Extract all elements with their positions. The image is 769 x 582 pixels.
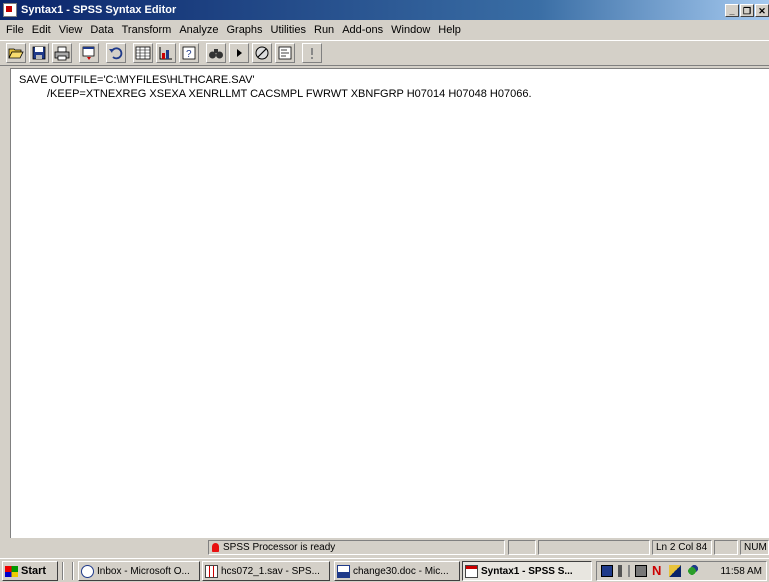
menu-file[interactable]: File [2, 24, 28, 36]
goto-chart-icon[interactable] [156, 43, 176, 63]
taskbar-divider [62, 562, 64, 580]
task-label: Syntax1 - SPSS S... [481, 565, 573, 577]
pen-tray-icon[interactable] [669, 565, 681, 577]
taskbar: Start Inbox - Microsoft O... hcs072_1.sa… [0, 558, 769, 582]
print-icon[interactable] [52, 43, 72, 63]
minimize-icon[interactable]: _ [725, 3, 739, 17]
dialog-recall-icon[interactable] [79, 43, 99, 63]
taskbar-divider [72, 562, 74, 580]
spss-data-icon [205, 564, 218, 578]
outlook-icon [81, 564, 94, 578]
run-icon[interactable] [229, 43, 249, 63]
window-title: Syntax1 - SPSS Syntax Editor [21, 4, 177, 16]
printer-tray-icon[interactable] [635, 565, 647, 577]
status-pane-empty-1 [508, 540, 536, 555]
task-label: Inbox - Microsoft O... [97, 565, 190, 577]
menu-run[interactable]: Run [310, 24, 338, 36]
spss-syntax-app-icon[interactable] [3, 3, 17, 17]
menu-utilities[interactable]: Utilities [267, 24, 310, 36]
network-icon[interactable] [601, 565, 613, 577]
menu-bar: File Edit View Data Transform Analyze Gr… [0, 21, 769, 39]
menu-help[interactable]: Help [434, 24, 465, 36]
task-spss-data[interactable]: hcs072_1.sav - SPS... [202, 561, 330, 581]
menu-window[interactable]: Window [387, 24, 434, 36]
norton-icon[interactable]: N [652, 564, 664, 577]
status-bar: SPSS Processor is ready Ln 2 Col 84 NUM [0, 539, 769, 556]
syntax-help-icon[interactable] [275, 43, 295, 63]
cursor-position: Ln 2 Col 84 [652, 540, 712, 555]
volume-icon[interactable] [618, 565, 630, 577]
menu-data[interactable]: Data [86, 24, 117, 36]
task-label: hcs072_1.sav - SPS... [221, 565, 320, 577]
syntax-line-2: /KEEP=XTNEXREG XSEXA XENRLLMT CACSMPL FW… [47, 88, 532, 100]
stop-icon[interactable] [252, 43, 272, 63]
start-label: Start [21, 565, 47, 577]
task-spss-syntax[interactable]: Syntax1 - SPSS S... [462, 561, 592, 581]
menu-view[interactable]: View [55, 24, 87, 36]
variables-icon[interactable]: ? [179, 43, 199, 63]
processor-status: SPSS Processor is ready [208, 540, 505, 555]
restore-icon[interactable]: ❐ [740, 3, 754, 17]
system-tray: N 11:58 AM [596, 561, 767, 581]
messenger-icon[interactable] [686, 565, 698, 577]
window-controls: _ ❐ ✕ [724, 3, 769, 17]
svg-text:?: ? [186, 49, 192, 60]
find-icon[interactable] [206, 43, 226, 63]
goto-data-icon[interactable] [133, 43, 153, 63]
syntax-line-1: SAVE OUTFILE='C:\MYFILES\HLTHCARE.SAV' [19, 74, 255, 86]
designate-window-icon[interactable] [302, 43, 322, 63]
status-pane-empty-2 [538, 540, 650, 555]
clock[interactable]: 11:58 AM [720, 566, 762, 577]
open-icon[interactable] [6, 43, 26, 63]
syntax-editor[interactable]: SAVE OUTFILE='C:\MYFILES\HLTHCARE.SAV' /… [10, 68, 769, 538]
spss-syntax-icon [465, 564, 478, 578]
status-pane-empty-3 [714, 540, 738, 555]
num-lock-indicator: NUM [740, 540, 769, 555]
menu-add-ons[interactable]: Add-ons [338, 24, 387, 36]
undo-icon[interactable] [106, 43, 126, 63]
task-inbox-outlook[interactable]: Inbox - Microsoft O... [78, 561, 200, 581]
task-word-doc[interactable]: change30.doc - Mic... [334, 561, 460, 581]
menu-graphs[interactable]: Graphs [222, 24, 266, 36]
start-button[interactable]: Start [2, 561, 58, 581]
menu-transform[interactable]: Transform [118, 24, 176, 36]
save-icon[interactable] [29, 43, 49, 63]
windows-flag-icon [5, 565, 18, 577]
toolbar: ? [0, 40, 769, 66]
processor-status-text: SPSS Processor is ready [223, 542, 336, 553]
menu-edit[interactable]: Edit [28, 24, 55, 36]
word-icon [337, 564, 350, 578]
title-bar[interactable]: Syntax1 - SPSS Syntax Editor _ ❐ ✕ [0, 0, 769, 20]
task-label: change30.doc - Mic... [353, 565, 449, 577]
menu-analyze[interactable]: Analyze [175, 24, 222, 36]
processor-status-icon [212, 543, 219, 552]
close-icon[interactable]: ✕ [755, 3, 769, 17]
